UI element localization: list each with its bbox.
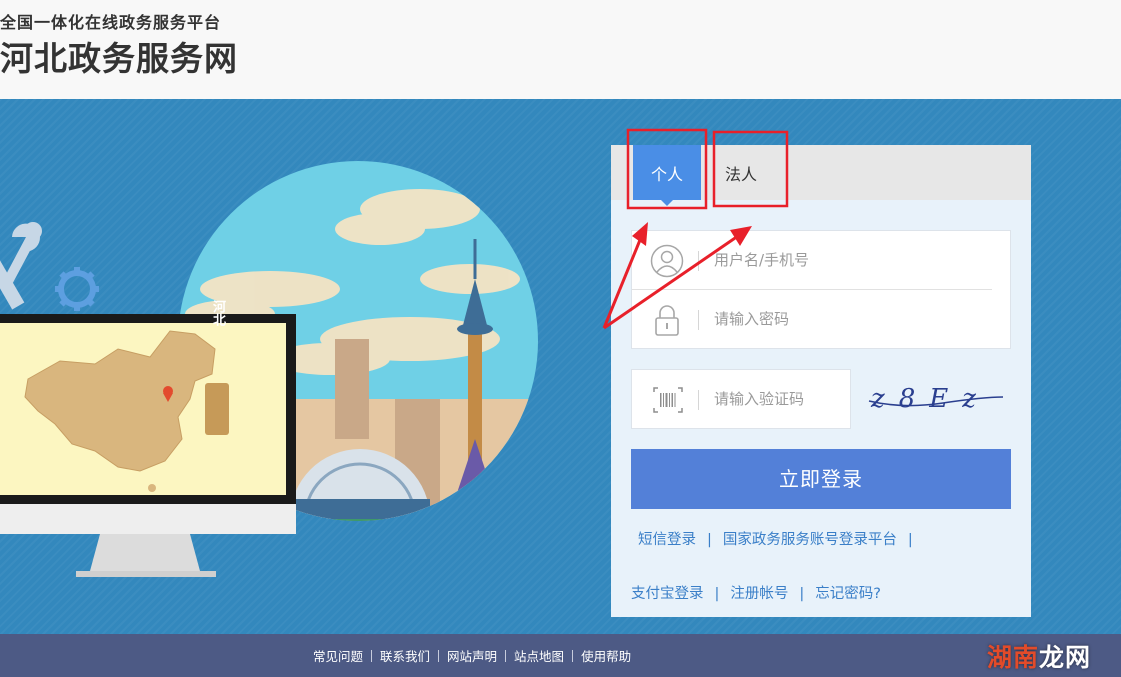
field-divider xyxy=(698,390,699,410)
user-icon xyxy=(650,244,684,278)
credentials-box xyxy=(631,230,1011,349)
site-header: 全国一体化在线政务服务平台 河北政务服务网 xyxy=(0,0,1121,99)
link-separator: | xyxy=(714,586,720,602)
site-title[interactable]: 河北政务服务网 xyxy=(0,32,238,80)
site-footer: 常见问题 联系我们 网站声明 站点地图 使用帮助 xyxy=(0,634,1121,677)
login-tabs: 个人 法人 xyxy=(611,145,1031,206)
login-panel: 个人 法人 用户名/手机号 请输入验证码 z8Ez 立即登录 短信登录 | 国家… xyxy=(611,145,1031,617)
alipay-login-link[interactable]: 支付宝登录 xyxy=(631,586,704,602)
register-link[interactable]: 注册帐号 xyxy=(730,586,788,602)
watermark-highlight: 湖南 xyxy=(986,643,1039,672)
tab-personal[interactable]: 个人 xyxy=(633,145,701,206)
password-input[interactable] xyxy=(714,304,984,334)
lock-icon xyxy=(655,305,679,336)
footer-separator xyxy=(371,650,373,662)
captcha-field-box xyxy=(631,369,851,429)
forgot-password-link[interactable]: 忘记密码? xyxy=(815,586,881,602)
captcha-input[interactable] xyxy=(714,384,844,414)
barcode-icon xyxy=(653,387,683,413)
login-links-row1: 短信登录 | 国家政务服务账号登录平台 | xyxy=(638,528,924,549)
footer-sitemap-link[interactable]: 站点地图 xyxy=(514,649,564,664)
field-divider xyxy=(698,251,699,271)
gear-icon xyxy=(55,267,99,311)
link-separator: | xyxy=(799,586,805,602)
footer-separator xyxy=(572,650,574,662)
wrench-icon xyxy=(0,222,42,310)
captcha-image[interactable]: z8Ez xyxy=(863,375,1009,421)
monitor-illustration xyxy=(0,314,296,577)
password-row xyxy=(632,290,1010,349)
national-account-login-link[interactable]: 国家政务服务账号登录平台 xyxy=(723,532,897,548)
footer-nav: 常见问题 联系我们 网站声明 站点地图 使用帮助 xyxy=(313,646,631,665)
login-links-row2: 支付宝登录 | 注册帐号 | 忘记密码? xyxy=(631,582,881,603)
watermark: 湖南龙网 xyxy=(987,638,1091,674)
site-subtitle: 全国一体化在线政务服务平台 xyxy=(0,13,222,32)
footer-statement-link[interactable]: 网站声明 xyxy=(447,649,497,664)
watermark-rest: 龙网 xyxy=(1038,643,1091,672)
footer-help-link[interactable]: 使用帮助 xyxy=(581,649,631,664)
username-row xyxy=(632,231,992,290)
tab-legal-entity[interactable]: 法人 xyxy=(711,145,771,200)
footer-contact-link[interactable]: 联系我们 xyxy=(380,649,430,664)
footer-faq-link[interactable]: 常见问题 xyxy=(313,649,363,664)
footer-separator xyxy=(438,650,440,662)
login-button[interactable]: 立即登录 xyxy=(631,449,1011,509)
link-separator: | xyxy=(907,532,913,548)
hero-illustration xyxy=(0,161,538,577)
link-separator: | xyxy=(707,532,712,548)
field-divider xyxy=(698,310,699,330)
username-input[interactable] xyxy=(714,245,984,275)
map-label: 河北 xyxy=(210,300,225,326)
sms-login-link[interactable]: 短信登录 xyxy=(638,532,696,548)
footer-separator xyxy=(505,650,507,662)
